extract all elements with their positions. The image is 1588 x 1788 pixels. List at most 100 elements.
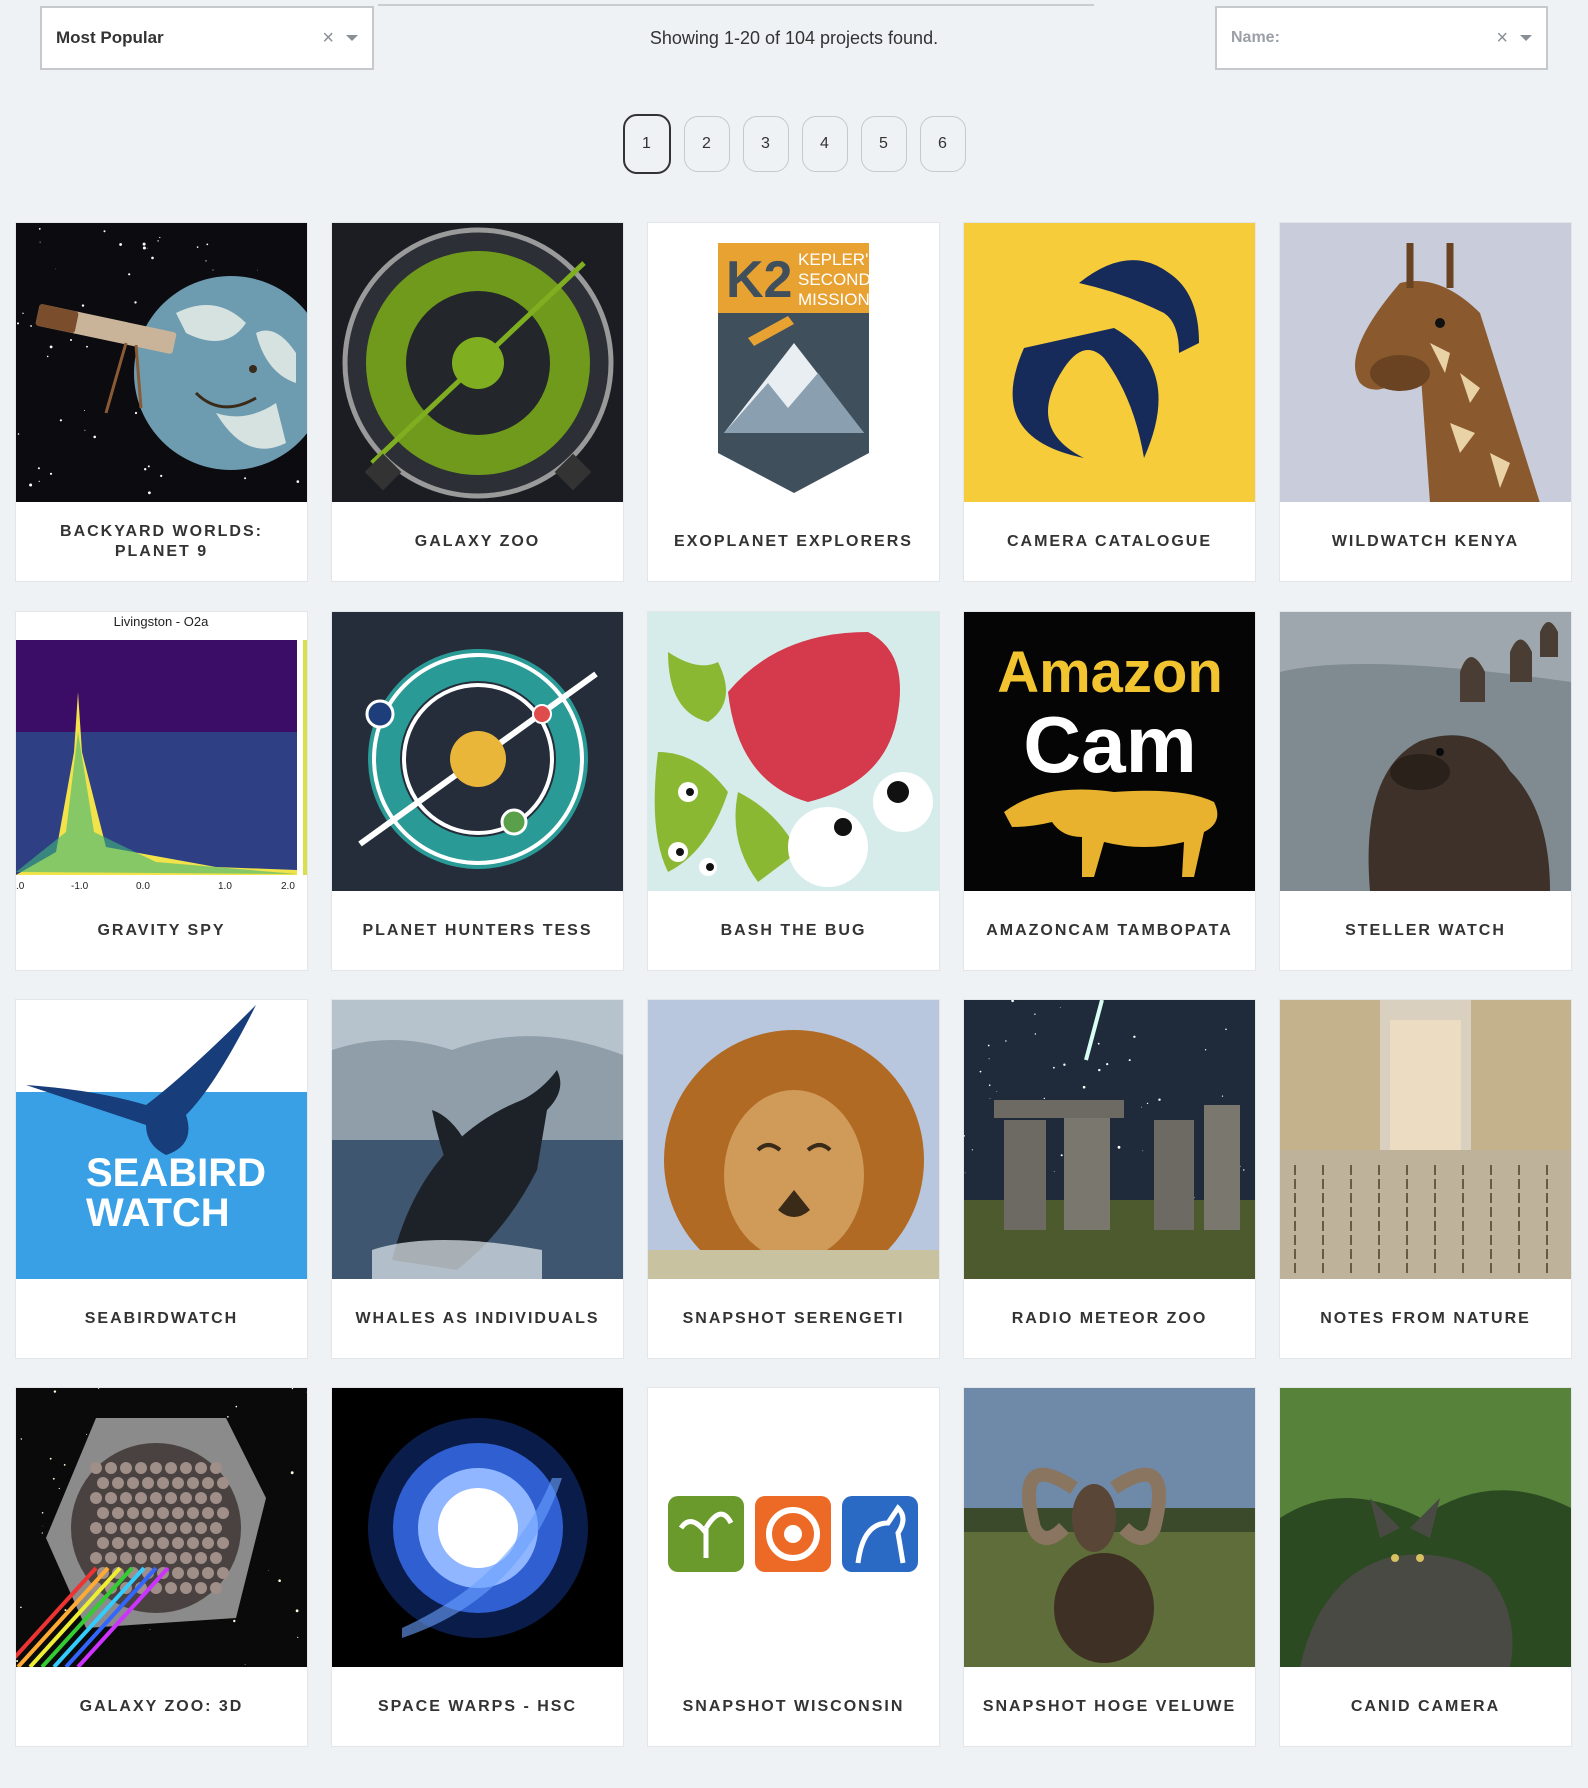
project-card[interactable]: BACKYARD WORLDS: PLANET 9 bbox=[15, 222, 308, 582]
page-button-4[interactable]: 4 bbox=[801, 116, 848, 172]
page-button-2[interactable]: 2 bbox=[683, 116, 730, 172]
project-card[interactable]: SNAPSHOT WISCONSIN bbox=[647, 1387, 940, 1747]
project-card[interactable]: WILDWATCH KENYA bbox=[1279, 222, 1572, 582]
project-title[interactable]: AMAZONCAM TAMBOPATA bbox=[974, 891, 1245, 970]
amazon-cam-line-2: Cam bbox=[1023, 700, 1196, 789]
clear-icon[interactable]: × bbox=[322, 28, 334, 48]
orbit-logo-image bbox=[332, 612, 623, 891]
name-filter-select[interactable]: Name: × bbox=[1215, 6, 1548, 70]
bug-illustration-image bbox=[648, 612, 939, 891]
project-card[interactable]: WHALES AS INDIVIDUALS bbox=[331, 999, 624, 1359]
project-thumbnail-galaxy-zoo[interactable] bbox=[332, 223, 623, 502]
project-thumbnail-notes-from-nature[interactable] bbox=[1280, 1000, 1571, 1279]
project-thumbnail-gravity-spy[interactable]: Livingston - O2a .0 -1.0 0.0 1.0 2.0 bbox=[16, 612, 307, 891]
breaching-whale-image bbox=[332, 1000, 623, 1279]
wisconsin-icons-image bbox=[648, 1388, 939, 1667]
stonehenge-meteor-image bbox=[964, 1000, 1255, 1279]
project-card[interactable]: GALAXY ZOO bbox=[331, 222, 624, 582]
project-title[interactable]: GRAVITY SPY bbox=[26, 891, 297, 970]
project-title[interactable]: SNAPSHOT SERENGETI bbox=[658, 1279, 929, 1358]
project-title[interactable]: SNAPSHOT HOGE VELUWE bbox=[974, 1667, 1245, 1746]
sort-select[interactable]: Most Popular × bbox=[40, 6, 374, 70]
project-card[interactable]: CANID CAMERA bbox=[1279, 1387, 1572, 1747]
project-thumbnail-exoplanet-explorers[interactable]: K2 KEPLER'S SECOND MISSION bbox=[648, 223, 939, 502]
clear-icon[interactable]: × bbox=[1496, 28, 1508, 48]
project-thumbnail-whales-as-individuals[interactable] bbox=[332, 1000, 623, 1279]
giraffe-image bbox=[1280, 223, 1571, 502]
project-card[interactable]: BASH THE BUG bbox=[647, 611, 940, 971]
project-thumbnail-seabirdwatch[interactable]: SEABIRD WATCH bbox=[16, 1000, 307, 1279]
seabird-logo-line-1: SEABIRD bbox=[86, 1151, 266, 1195]
project-title[interactable]: BACKYARD WORLDS: PLANET 9 bbox=[26, 502, 297, 581]
project-title[interactable]: PLANET HUNTERS TESS bbox=[342, 891, 613, 970]
project-title[interactable]: WHALES AS INDIVIDUALS bbox=[342, 1279, 613, 1358]
k2-badge-mark: K2 bbox=[726, 251, 792, 309]
page-button-5[interactable]: 5 bbox=[860, 116, 907, 172]
amazon-cam-line-1: Amazon bbox=[997, 640, 1223, 705]
k2-badge-line-2: SECOND bbox=[798, 270, 871, 289]
coyote-forest-image bbox=[1280, 1388, 1571, 1667]
herbarium-shelves-image bbox=[1280, 1000, 1571, 1279]
project-title[interactable]: RADIO METEOR ZOO bbox=[974, 1279, 1245, 1358]
galaxy-zoo-logo-image bbox=[332, 223, 623, 502]
project-thumbnail-snapshot-wisconsin[interactable] bbox=[648, 1388, 939, 1667]
project-thumbnail-snapshot-hoge-veluwe[interactable] bbox=[964, 1388, 1255, 1667]
project-card[interactable]: K2 KEPLER'S SECOND MISSION EXOPLANET EXP… bbox=[647, 222, 940, 582]
project-title[interactable]: STELLER WATCH bbox=[1290, 891, 1561, 970]
plot-tick: -1.0 bbox=[71, 881, 89, 891]
amazon-cam-logo-image: Amazon Cam bbox=[964, 612, 1255, 891]
project-title[interactable]: EXOPLANET EXPLORERS bbox=[658, 502, 929, 581]
project-thumbnail-backyard-worlds-planet-9[interactable] bbox=[16, 223, 307, 502]
project-card[interactable]: SPACE WARPS - HSC bbox=[331, 1387, 624, 1747]
project-card[interactable]: CAMERA CATALOGUE bbox=[963, 222, 1256, 582]
page-button-3[interactable]: 3 bbox=[742, 116, 789, 172]
page-button-1[interactable]: 1 bbox=[622, 114, 671, 174]
project-title[interactable]: NOTES FROM NATURE bbox=[1290, 1279, 1561, 1358]
project-title[interactable]: GALAXY ZOO: 3D bbox=[26, 1667, 297, 1746]
ifu-mosaic-image bbox=[16, 1388, 307, 1667]
project-card[interactable]: STELLER WATCH bbox=[1279, 611, 1572, 971]
project-title[interactable]: CANID CAMERA bbox=[1290, 1667, 1561, 1746]
project-thumbnail-canid-camera[interactable] bbox=[1280, 1388, 1571, 1667]
k2-badge-image: K2 KEPLER'S SECOND MISSION bbox=[648, 223, 939, 502]
sea-lions-image bbox=[1280, 612, 1571, 891]
project-title[interactable]: SEABIRDWATCH bbox=[26, 1279, 297, 1358]
lensed-galaxy-image bbox=[332, 1388, 623, 1667]
project-thumbnail-bash-the-bug[interactable] bbox=[648, 612, 939, 891]
project-thumbnail-radio-meteor-zoo[interactable] bbox=[964, 1000, 1255, 1279]
project-thumbnail-wildwatch-kenya[interactable] bbox=[1280, 223, 1571, 502]
project-title[interactable]: WILDWATCH KENYA bbox=[1290, 502, 1561, 581]
camera-catalogue-logo-image bbox=[964, 223, 1255, 502]
page-button-6[interactable]: 6 bbox=[919, 116, 966, 172]
chevron-down-icon[interactable] bbox=[1520, 35, 1532, 41]
name-filter-placeholder: Name: bbox=[1231, 29, 1280, 46]
chevron-down-icon[interactable] bbox=[346, 35, 358, 41]
plot-tick: 1.0 bbox=[218, 881, 232, 891]
project-card[interactable]: Livingston - O2a .0 -1.0 0.0 1.0 2.0 GRA… bbox=[15, 611, 308, 971]
plot-tick: 2.0 bbox=[281, 881, 295, 891]
project-thumbnail-planet-hunters-tess[interactable] bbox=[332, 612, 623, 891]
project-title[interactable]: SPACE WARPS - HSC bbox=[342, 1667, 613, 1746]
project-title[interactable]: BASH THE BUG bbox=[658, 891, 929, 970]
project-title[interactable]: CAMERA CATALOGUE bbox=[974, 502, 1245, 581]
project-card[interactable]: GALAXY ZOO: 3D bbox=[15, 1387, 308, 1747]
project-title[interactable]: GALAXY ZOO bbox=[342, 502, 613, 581]
project-thumbnail-snapshot-serengeti[interactable] bbox=[648, 1000, 939, 1279]
sort-select-value: Most Popular bbox=[56, 28, 164, 47]
project-card[interactable]: PLANET HUNTERS TESS bbox=[331, 611, 624, 971]
project-thumbnail-steller-watch[interactable] bbox=[1280, 612, 1571, 891]
k2-badge-line-3: MISSION bbox=[798, 290, 870, 309]
project-card[interactable]: SEABIRD WATCH SEABIRDWATCH bbox=[15, 999, 308, 1359]
seabird-logo-line-2: WATCH bbox=[86, 1191, 230, 1235]
project-thumbnail-amazoncam-tambopata[interactable]: Amazon Cam bbox=[964, 612, 1255, 891]
project-thumbnail-space-warps-hsc[interactable] bbox=[332, 1388, 623, 1667]
project-card[interactable]: NOTES FROM NATURE bbox=[1279, 999, 1572, 1359]
project-card[interactable]: Amazon Cam AMAZONCAM TAMBOPATA bbox=[963, 611, 1256, 971]
project-card[interactable]: SNAPSHOT HOGE VELUWE bbox=[963, 1387, 1256, 1747]
project-card[interactable]: SNAPSHOT SERENGETI bbox=[647, 999, 940, 1359]
top-divider bbox=[378, 4, 1094, 6]
project-card[interactable]: RADIO METEOR ZOO bbox=[963, 999, 1256, 1359]
project-thumbnail-galaxy-zoo-3d[interactable] bbox=[16, 1388, 307, 1667]
project-title[interactable]: SNAPSHOT WISCONSIN bbox=[658, 1667, 929, 1746]
project-thumbnail-camera-catalogue[interactable] bbox=[964, 223, 1255, 502]
